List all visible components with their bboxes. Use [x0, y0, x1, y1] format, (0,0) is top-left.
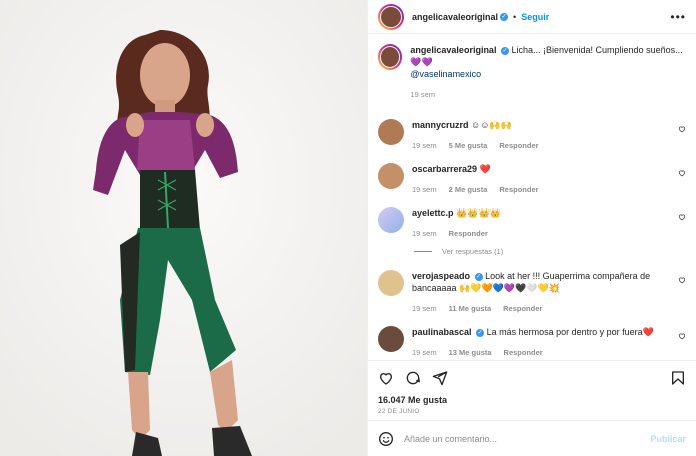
comment-time: 19 sem: [412, 185, 437, 194]
verified-badge-icon: ✓: [476, 328, 485, 337]
commenter-avatar[interactable]: [378, 270, 404, 296]
post-photo[interactable]: [0, 0, 367, 456]
comment-time: 19 sem: [412, 141, 437, 150]
comment-likes[interactable]: 11 Me gusta: [449, 304, 492, 313]
like-comment-heart-icon[interactable]: [678, 332, 686, 340]
caption-username[interactable]: angelicavaleoriginal: [410, 45, 496, 55]
likes-count[interactable]: 16.047 Me gusta: [378, 395, 686, 405]
comment-text: 👑👑👑👑: [456, 208, 501, 218]
replies-divider: [414, 251, 432, 252]
bookmark-icon[interactable]: [670, 370, 686, 386]
comment-item: verojaspeado ✓ Look at her !!! Guaperrim…: [378, 270, 686, 313]
like-comment-heart-icon[interactable]: [678, 213, 686, 221]
comment-likes[interactable]: 5 Me gusta: [449, 141, 488, 150]
comment-time: 19 sem: [412, 229, 437, 238]
comment-username[interactable]: mannycruzrd: [412, 120, 469, 130]
reply-button[interactable]: Responder: [503, 304, 542, 313]
post-actions: 16.047 Me gusta 22 DE JUNIO: [368, 360, 696, 420]
comment-input[interactable]: [404, 433, 641, 444]
verified-badge-icon: ✓: [500, 12, 509, 21]
woman-photo-illustration: [0, 0, 367, 456]
publish-button[interactable]: Publicar: [650, 434, 686, 444]
heart-icon[interactable]: [378, 370, 394, 386]
add-comment-bar: Publicar: [368, 420, 696, 456]
author-avatar[interactable]: [378, 3, 404, 30]
caption-avatar[interactable]: [378, 44, 403, 70]
reply-button[interactable]: Responder: [504, 348, 543, 357]
comment-username[interactable]: verojaspeado: [412, 271, 470, 281]
comment-icon[interactable]: [405, 370, 421, 386]
post-header: angelicavaleoriginal ✓ • Seguir •••: [368, 0, 696, 34]
comment-item: paulinabascal ✓ La más hermosa por dentr…: [378, 326, 686, 357]
caption-time: 19 sem: [410, 90, 436, 99]
comment-text: La más hermosa por dentro y por fuera❤️: [486, 327, 654, 337]
reply-button[interactable]: Responder: [499, 141, 538, 150]
comment-text: ❤️: [479, 164, 491, 174]
commenter-avatar[interactable]: [378, 163, 404, 189]
emoji-icon[interactable]: [378, 431, 394, 447]
verified-badge-icon: ✓: [474, 272, 483, 281]
post-sidebar: angelicavaleoriginal ✓ • Seguir ••• ange…: [367, 0, 696, 456]
comment-text: ☺☺🙌🙌: [471, 120, 512, 130]
post-date[interactable]: 22 DE JUNIO: [378, 408, 686, 415]
follow-button[interactable]: Seguir: [521, 12, 549, 22]
view-replies-button[interactable]: Ver respuestas (1): [414, 247, 686, 256]
like-comment-heart-icon[interactable]: [678, 125, 686, 133]
comment-likes[interactable]: 13 Me gusta: [449, 348, 492, 357]
comment-item: ayelettc.p 👑👑👑👑 19 sem Responder: [378, 207, 686, 238]
view-replies-label: Ver respuestas (1): [442, 247, 504, 256]
verified-badge-icon: ✓: [500, 46, 509, 55]
more-options-icon[interactable]: •••: [670, 10, 686, 24]
caption-meta: 19 sem: [410, 90, 686, 99]
reply-button[interactable]: Responder: [499, 185, 538, 194]
share-icon[interactable]: [432, 370, 448, 386]
comment-username[interactable]: oscarbarrera29: [412, 164, 477, 174]
commenter-avatar[interactable]: [378, 119, 404, 145]
comment-username[interactable]: ayelettc.p: [412, 208, 454, 218]
comment-item: oscarbarrera29 ❤️ 19 sem 2 Me gusta Respon…: [378, 163, 686, 194]
comment-username[interactable]: paulinabascal: [412, 327, 472, 337]
reply-button[interactable]: Responder: [449, 229, 488, 238]
like-comment-heart-icon[interactable]: [678, 276, 686, 284]
separator-dot: •: [513, 11, 517, 22]
comment-time: 19 sem: [412, 304, 437, 313]
comments-list[interactable]: angelicavaleoriginal ✓ Licha... ¡Bienven…: [368, 34, 696, 360]
comment-item: mannycruzrd ☺☺🙌🙌 19 sem 5 Me gusta Respond…: [378, 119, 686, 150]
caption-mention-link[interactable]: @vaselinamexico: [410, 68, 686, 80]
author-username[interactable]: angelicavaleoriginal: [412, 12, 498, 22]
commenter-avatar[interactable]: [378, 207, 404, 233]
like-comment-heart-icon[interactable]: [678, 169, 686, 177]
comment-likes[interactable]: 2 Me gusta: [449, 185, 488, 194]
comment-time: 19 sem: [412, 348, 437, 357]
commenter-avatar[interactable]: [378, 326, 404, 352]
post-caption: angelicavaleoriginal ✓ Licha... ¡Bienven…: [378, 44, 686, 119]
